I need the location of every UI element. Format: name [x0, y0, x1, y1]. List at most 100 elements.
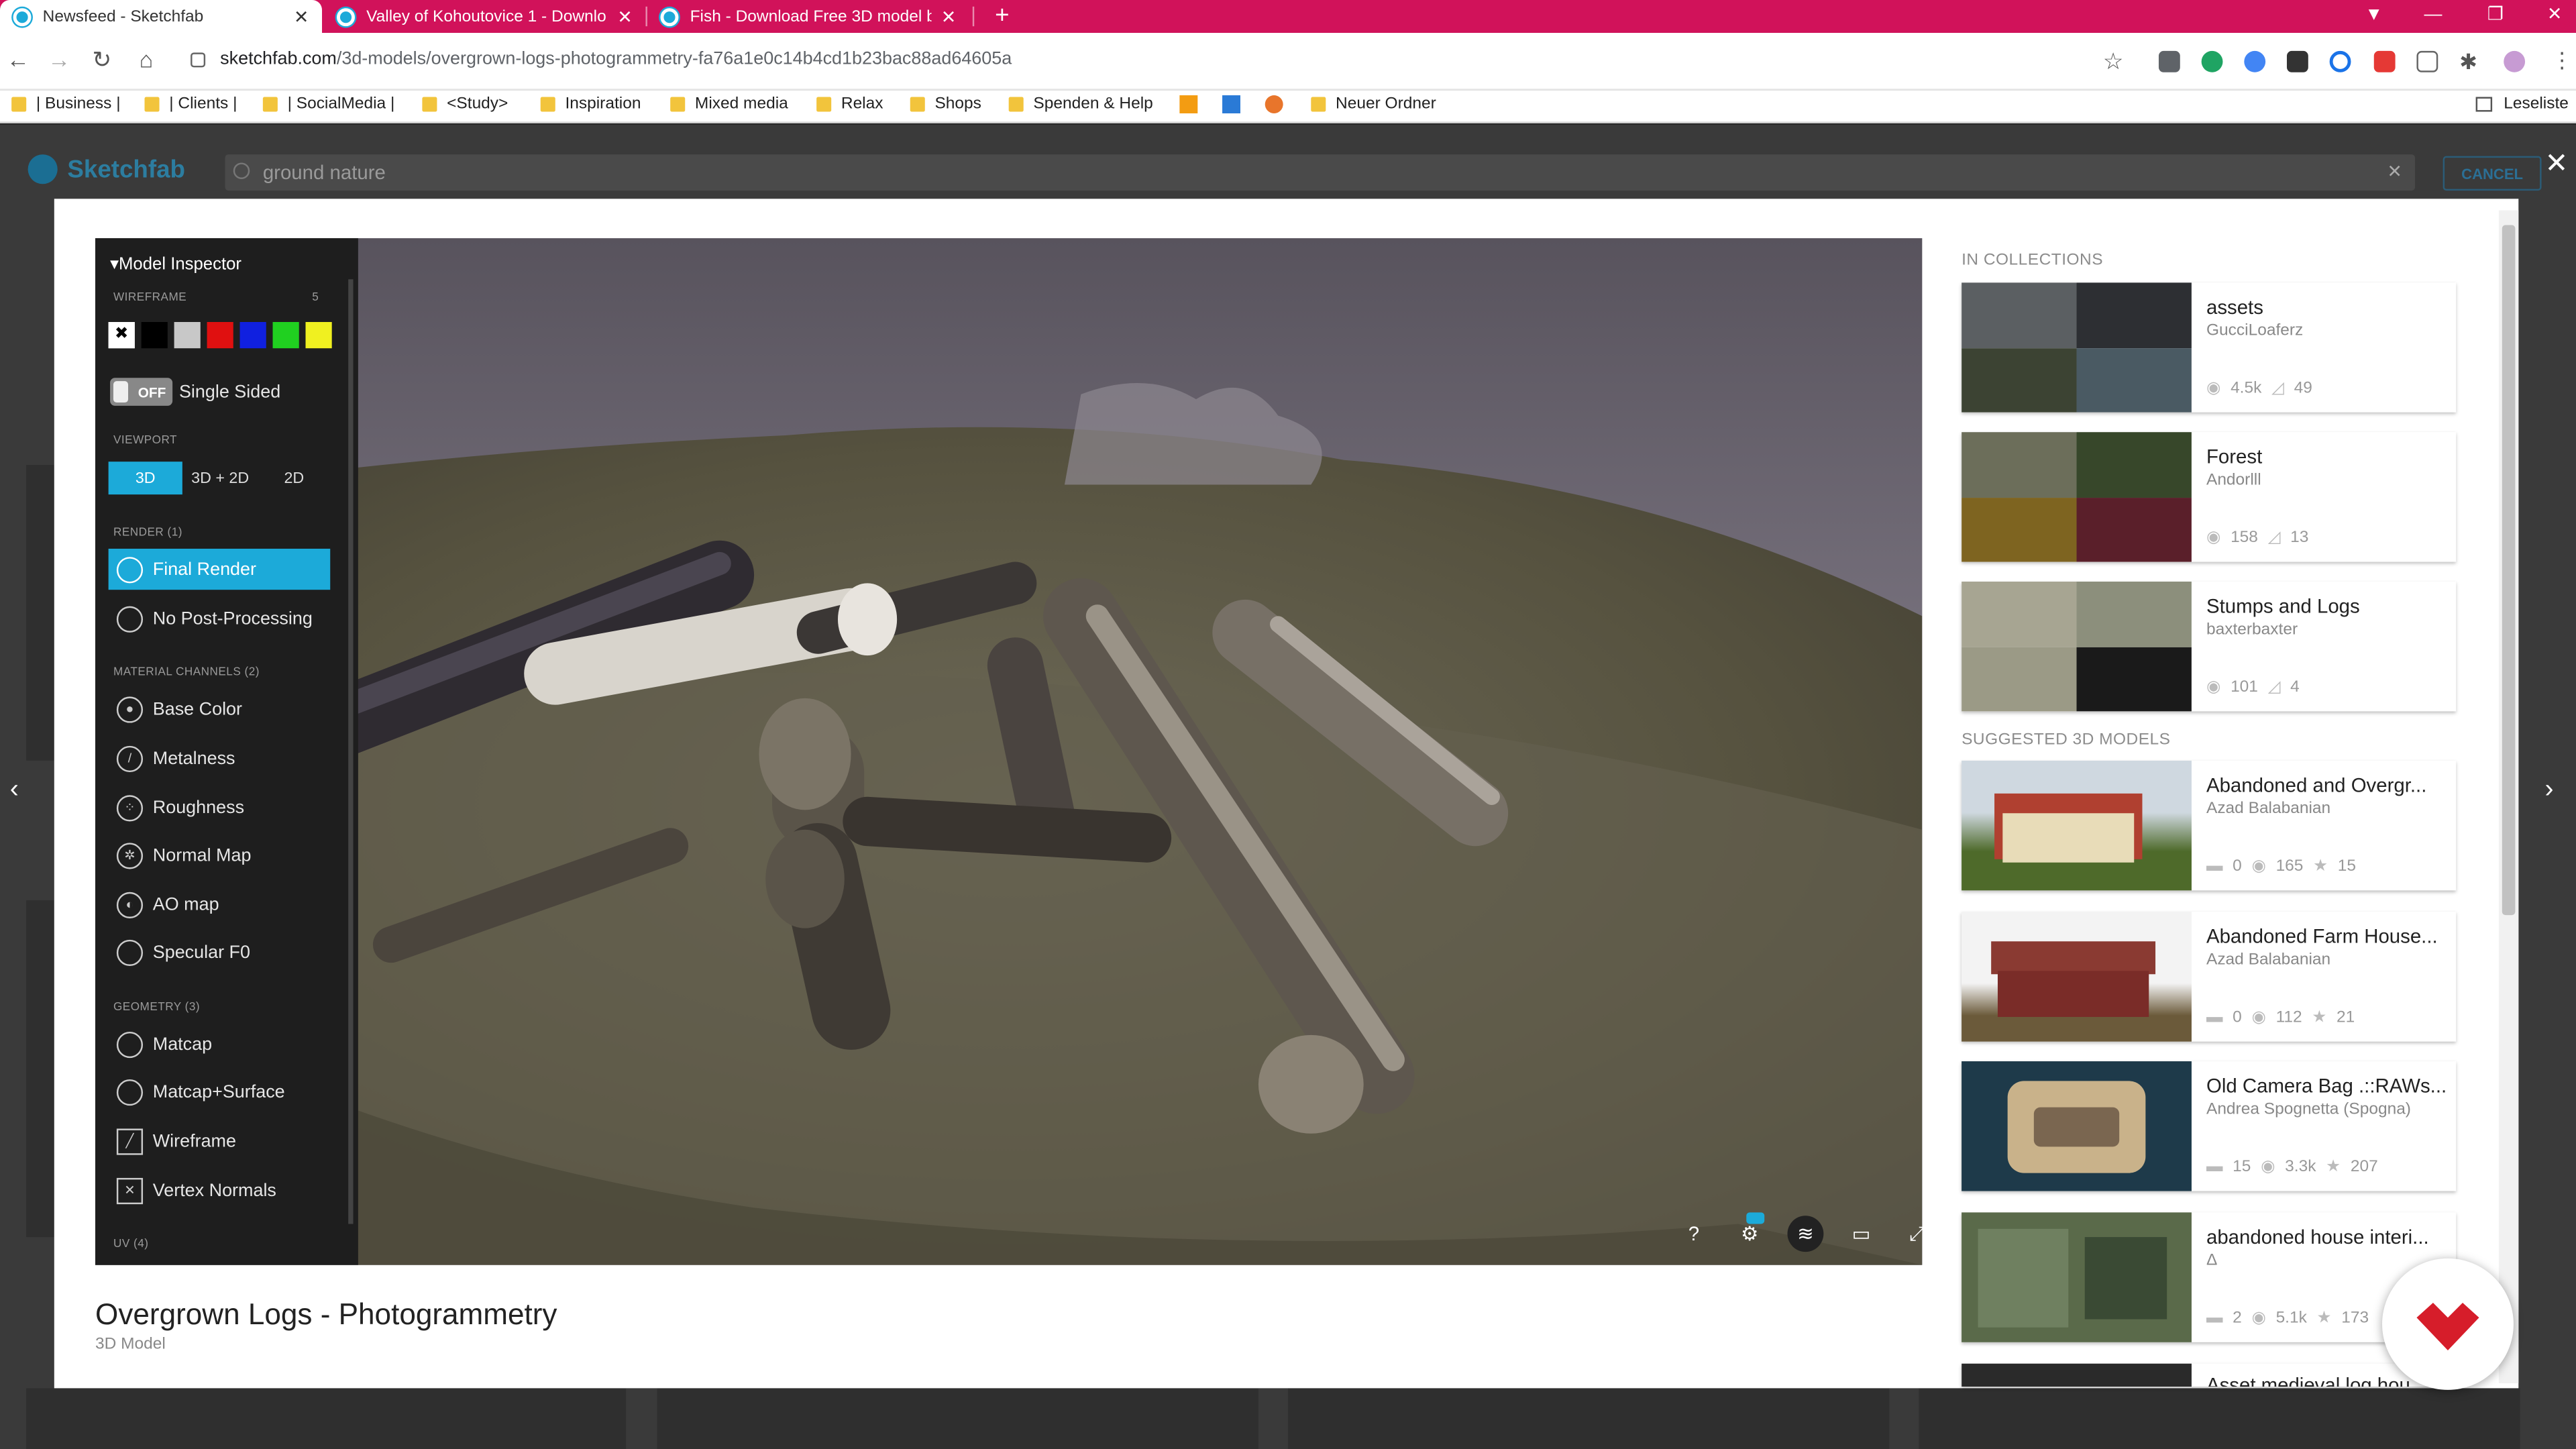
- tab-fish[interactable]: Fish - Download Free 3D model b ✕: [647, 0, 969, 33]
- browser-menu-icon[interactable]: ⋮: [2551, 48, 2573, 74]
- viewport-2d-button[interactable]: 2D: [260, 462, 329, 494]
- dark-extension-icon[interactable]: [2286, 50, 2308, 72]
- bookmark-business[interactable]: | Business |: [11, 95, 121, 113]
- sketchfab-logo[interactable]: Sketchfab: [28, 154, 185, 184]
- reload-icon[interactable]: ↻: [87, 46, 117, 74]
- views-icon: ◉: [2251, 1309, 2266, 1328]
- search-input[interactable]: [225, 154, 2416, 191]
- bookmark-inspiration[interactable]: Inspiration: [540, 95, 641, 113]
- viewport-3d-button[interactable]: 3D: [108, 462, 182, 495]
- geometry-wireframe[interactable]: ╱ Wireframe: [109, 1120, 331, 1161]
- bookmark-v-icon[interactable]: [1222, 95, 1240, 113]
- close-tab-icon[interactable]: ✕: [617, 6, 633, 27]
- channel-metalness[interactable]: / Metalness: [109, 738, 331, 779]
- cancel-button[interactable]: CANCEL: [2443, 156, 2542, 191]
- minimize-icon[interactable]: —: [2408, 0, 2457, 33]
- 3d-viewer-canvas[interactable]: [95, 238, 1923, 1265]
- fullscreen-icon[interactable]: ⤢: [1899, 1216, 1935, 1252]
- model-thumbnail: [1962, 1363, 2192, 1387]
- comments-count: 0: [2233, 1008, 2242, 1027]
- screen-extension-icon[interactable]: [2416, 50, 2438, 72]
- model-name: Abandoned Farm House...: [2206, 924, 2438, 949]
- views-icon: ◉: [2251, 857, 2266, 876]
- geometry-vertex-normals[interactable]: ✕ Vertex Normals: [109, 1170, 331, 1211]
- single-sided-label: Single Sided: [178, 382, 281, 403]
- layers-icon[interactable]: ≋: [1787, 1216, 1824, 1252]
- bookmark-orange-icon[interactable]: [1265, 95, 1283, 113]
- profile-avatar[interactable]: [2504, 50, 2526, 72]
- collection-card[interactable]: Stumps and Logs baxterbaxter ◉ 101 ◿ 4: [1962, 581, 2457, 712]
- suggested-model-card[interactable]: Old Camera Bag .::RAWs... Andrea Spognet…: [1962, 1061, 2457, 1191]
- render-final-render[interactable]: Final Render: [108, 548, 331, 590]
- lock-icon[interactable]: [191, 52, 206, 68]
- viewport-3d2d-button[interactable]: 3D + 2D: [184, 462, 256, 494]
- clear-search-icon[interactable]: ✕: [2387, 161, 2402, 182]
- help-icon[interactable]: ?: [1676, 1216, 1712, 1252]
- back-icon[interactable]: ←: [3, 46, 33, 72]
- next-model-arrow-icon[interactable]: ›: [2544, 775, 2553, 805]
- red-extension-icon[interactable]: [2373, 50, 2396, 72]
- bookmark-mixed-media[interactable]: Mixed media: [670, 95, 788, 113]
- new-tab-button[interactable]: +: [991, 0, 1014, 33]
- channel-normal-map[interactable]: ✲ Normal Map: [109, 835, 331, 875]
- render-no-post-processing[interactable]: No Post-Processing: [109, 598, 331, 639]
- close-window-icon[interactable]: ✕: [2530, 0, 2576, 33]
- suggested-model-card[interactable]: Abandoned Farm House... Azad Balabanian …: [1962, 912, 2457, 1042]
- collections-header: IN COLLECTIONS: [1962, 251, 2104, 270]
- vr-icon[interactable]: ▭: [1843, 1216, 1880, 1252]
- bookmark-socialmedia[interactable]: | SocialMedia |: [262, 95, 394, 113]
- restore-icon[interactable]: ❐: [2471, 0, 2520, 33]
- comments-count: 2: [2233, 1309, 2242, 1328]
- inspector-scrollbar[interactable]: [348, 279, 354, 1224]
- collection-name: assets: [2206, 295, 2263, 319]
- swatch-red[interactable]: [207, 322, 233, 349]
- url-field[interactable]: sketchfab.com/3d-models/overgrown-logs-p…: [220, 49, 1012, 68]
- swatch-blue[interactable]: [239, 322, 266, 349]
- modal-scrollbar-thumb[interactable]: [2502, 225, 2516, 916]
- geometry-matcap[interactable]: Matcap: [109, 1024, 331, 1065]
- collection-card[interactable]: Forest Andorlll ◉ 158 ◿ 13: [1962, 432, 2457, 562]
- shield-extension-icon[interactable]: [2158, 50, 2180, 72]
- forward-icon[interactable]: →: [44, 46, 74, 72]
- inspector-title[interactable]: ▾Model Inspector: [110, 255, 241, 274]
- close-modal-icon[interactable]: ✕: [2544, 148, 2568, 180]
- close-tab-icon[interactable]: ✕: [294, 6, 309, 27]
- bookmark-d-icon[interactable]: [1179, 95, 1198, 113]
- puzzle-extensions-icon[interactable]: ✱: [2459, 51, 2481, 72]
- previous-model-arrow-icon[interactable]: ‹: [10, 775, 19, 805]
- tab-valley[interactable]: Valley of Kohoutovice 1 - Downlo ✕: [323, 0, 645, 33]
- bookmark-study[interactable]: <Study>: [422, 95, 508, 113]
- channel-specular-f0[interactable]: Specular F0: [109, 932, 331, 973]
- grammarly-extension-icon[interactable]: [2201, 50, 2223, 72]
- collection-card[interactable]: assets GucciLoaferz ◉ 4.5k ◿ 49: [1962, 282, 2457, 413]
- bookmark-shops[interactable]: Shops: [910, 95, 981, 113]
- channel-ao-map[interactable]: ◐ AO map: [109, 884, 331, 925]
- blue-extension-icon[interactable]: [2244, 50, 2266, 72]
- single-sided-toggle[interactable]: OFF: [110, 378, 173, 406]
- background-thumbnail: [1919, 1388, 2520, 1449]
- profile-menu-icon[interactable]: ▼: [2349, 0, 2398, 33]
- render-item-label: No Post-Processing: [152, 608, 313, 629]
- swatch-green[interactable]: [272, 322, 299, 349]
- tab-newsfeed[interactable]: Newsfeed - Sketchfab ✕: [0, 0, 323, 33]
- feedback-fab-button[interactable]: [2382, 1258, 2514, 1390]
- swatch-gray[interactable]: [174, 322, 201, 349]
- channel-roughness[interactable]: ⁘ Roughness: [109, 787, 331, 828]
- suggested-header: SUGGESTED 3D MODELS: [1962, 731, 2171, 749]
- clock-extension-icon[interactable]: [2329, 50, 2351, 72]
- swatch-black[interactable]: [141, 322, 168, 349]
- reading-list[interactable]: Leseliste: [2475, 95, 2569, 113]
- swatch-yellow[interactable]: [305, 322, 332, 349]
- bookmark-relax[interactable]: Relax: [816, 95, 883, 113]
- bookmark-spenden[interactable]: Spenden & Help: [1008, 95, 1153, 113]
- suggested-model-card[interactable]: Abandoned and Overgr... Azad Balabanian …: [1962, 760, 2457, 891]
- geometry-matcap-surface[interactable]: Matcap+Surface: [109, 1071, 331, 1112]
- channel-base-color[interactable]: ● Base Color: [109, 688, 331, 729]
- bookmark-neuer-ordner[interactable]: Neuer Ordner: [1311, 95, 1436, 113]
- bookmark-clients[interactable]: | Clients |: [144, 95, 237, 113]
- close-tab-icon[interactable]: ✕: [941, 6, 957, 27]
- model-title: Overgrown Logs - Photogrammetry: [95, 1297, 557, 1331]
- star-bookmark-icon[interactable]: ☆: [2103, 48, 2124, 76]
- swatch-none[interactable]: ✖: [108, 322, 135, 349]
- home-icon[interactable]: ⌂: [131, 46, 161, 72]
